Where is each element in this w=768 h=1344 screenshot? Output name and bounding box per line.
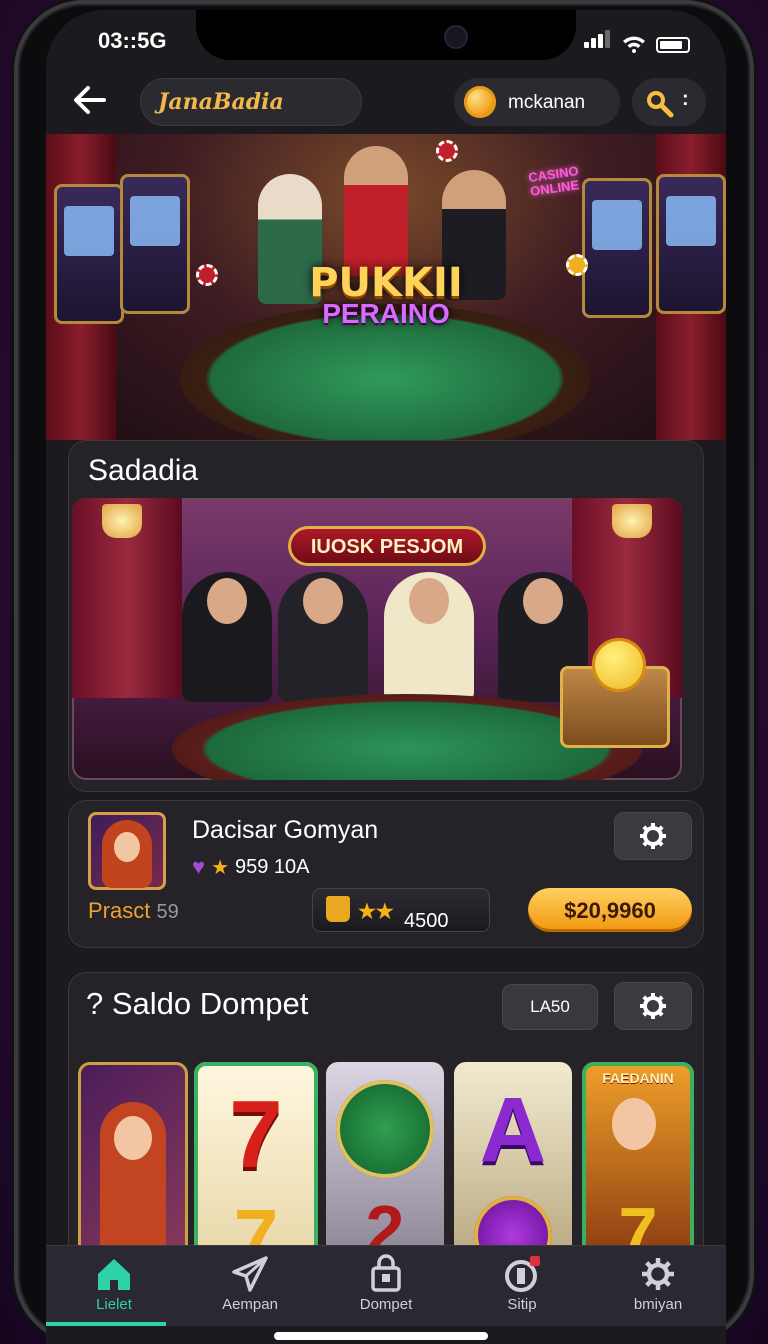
player-stats-text: 959 10A	[235, 855, 310, 878]
bottom-nav: Lielet Aempan Dompet Sitip bmiyan	[46, 1246, 726, 1326]
game-tile-banner[interactable]: FAEDANIN 7	[582, 1062, 694, 1262]
player-card: Dacisar Gomyan ♥ ★ 959 10A Prasct 59 ★★ 4…	[68, 800, 704, 948]
game-tile-emblem[interactable]: 2	[326, 1062, 444, 1262]
scene-sign: IUOSK PESJOM	[288, 526, 486, 566]
game-tile-queen[interactable]	[78, 1062, 188, 1262]
notch	[196, 10, 576, 60]
player-level: Prasct 59	[88, 898, 179, 924]
stars-badge[interactable]: ★★ 4500	[312, 888, 490, 932]
nav-send-label: Aempan	[222, 1296, 278, 1313]
stars-value: ★★ 4500	[358, 899, 449, 932]
hero-banner[interactable]: CASINO ONLINE PUKKII PERAINO	[46, 134, 726, 440]
signal-icon	[584, 30, 612, 53]
player-level-number: 59	[156, 901, 179, 923]
balance-value: $20,9960	[564, 898, 656, 923]
hero-subtitle: PERAINO	[322, 298, 450, 329]
wallet-action-label: LA50	[530, 997, 570, 1016]
gear-icon	[640, 823, 666, 849]
shop-icon	[505, 1256, 540, 1292]
gear-icon	[642, 1258, 674, 1290]
send-icon	[232, 1256, 268, 1292]
scene-sign-text: IUOSK PESJOM	[310, 536, 464, 558]
help-icon: ?	[86, 986, 104, 1021]
player-settings-button[interactable]	[614, 812, 692, 860]
lamp	[612, 504, 652, 538]
nav-home-label: Lielet	[96, 1296, 132, 1313]
wallet-card: ? Saldo Dompet LA50 7 7 2 A FAEDANIN 7	[68, 972, 704, 1272]
status-bar: 03::5G	[46, 10, 726, 68]
featured-scene[interactable]: IUOSK PESJOM	[72, 498, 682, 780]
search-icon	[647, 91, 674, 118]
chip-icon	[436, 140, 458, 162]
balance-button[interactable]: $20,9960	[528, 888, 692, 932]
camera-icon	[444, 25, 468, 49]
nav-home[interactable]: Lielet	[46, 1246, 182, 1326]
seven-icon: 7	[229, 1081, 283, 1188]
player-figure	[278, 572, 368, 702]
wallet-title: ? Saldo Dompet	[86, 986, 308, 1022]
wifi-icon	[623, 36, 645, 53]
wallet-icon	[371, 1254, 401, 1292]
stars-value-text: 4500	[404, 910, 449, 932]
game-tile-seven[interactable]: 7 7	[194, 1062, 318, 1262]
wallet-action-button[interactable]: LA50	[502, 984, 598, 1030]
nav-shop[interactable]: Sitip	[454, 1246, 590, 1326]
star-icon: ★★	[358, 901, 394, 923]
status-time: 03::5G	[98, 28, 167, 53]
heart-emblem-icon	[336, 1080, 434, 1178]
letter-a-icon: A	[479, 1079, 547, 1181]
player-stats: ♥ ★ 959 10A	[192, 854, 310, 880]
game-tile-letter[interactable]: A	[454, 1062, 572, 1262]
app-screen: 03::5G JanaBadia mckanan: CASINO ONLINE…	[46, 10, 726, 1344]
active-tab-indicator	[46, 1322, 166, 1326]
smiley-icon	[592, 638, 646, 692]
username: mckanan	[508, 92, 586, 113]
nav-settings[interactable]: bmiyan	[590, 1246, 726, 1326]
brand-logo[interactable]: JanaBadia	[140, 78, 362, 126]
home-icon	[98, 1259, 130, 1290]
nav-settings-label: bmiyan	[633, 1296, 683, 1313]
avatar[interactable]	[88, 812, 166, 890]
gear-icon	[640, 993, 666, 1019]
home-indicator[interactable]	[274, 1332, 488, 1340]
bag-icon	[326, 896, 350, 922]
dealer-figure	[344, 146, 408, 276]
more-icon: :	[682, 88, 689, 110]
wallet-settings-button[interactable]	[614, 982, 692, 1030]
nav-send[interactable]: Aempan	[182, 1246, 318, 1326]
nav-wallet[interactable]: Dompet	[318, 1246, 454, 1326]
player-level-label: Prasct	[88, 898, 151, 923]
player-figure	[182, 572, 272, 702]
search-menu-button[interactable]: :	[632, 78, 706, 126]
wallet-title-text: Saldo Dompet	[111, 986, 309, 1021]
app-header: JanaBadia mckanan :	[46, 70, 726, 132]
nav-wallet-label: Dompet	[359, 1296, 413, 1313]
player-name: Dacisar Gomyan	[192, 816, 379, 844]
status-icons	[584, 30, 690, 53]
lamp	[102, 504, 142, 538]
coin-icon	[464, 86, 496, 118]
nav-shop-label: Sitip	[507, 1296, 537, 1313]
brand-name: JanaBadia	[158, 89, 284, 115]
player-figure	[384, 572, 474, 702]
heart-icon: ♥	[192, 854, 206, 879]
tile-banner-text: FAEDANIN	[602, 1070, 674, 1086]
featured-title: Sadadia	[88, 454, 199, 487]
back-arrow-icon[interactable]	[70, 80, 112, 122]
battery-icon	[656, 37, 690, 53]
user-balance-chip[interactable]: mckanan	[454, 78, 620, 126]
star-icon: ★	[211, 856, 229, 879]
